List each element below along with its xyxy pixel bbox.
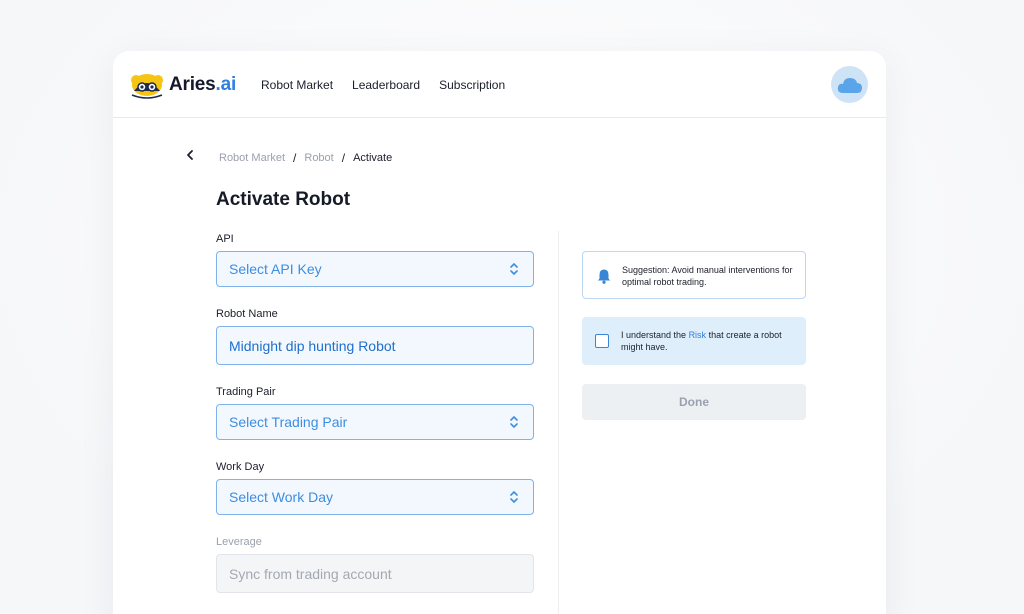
page-title: Activate Robot xyxy=(216,189,351,210)
robot-name-input[interactable]: Midnight dip hunting Robot xyxy=(216,326,534,365)
risk-link[interactable]: Risk xyxy=(689,330,707,340)
breadcrumb-separator: / xyxy=(341,151,346,165)
trading-pair-select[interactable]: Select Trading Pair xyxy=(216,404,534,440)
stepper-icon xyxy=(510,490,518,504)
nav-item-subscription[interactable]: Subscription xyxy=(439,78,505,92)
api-label: API xyxy=(216,233,234,245)
consent-prefix: I understand the xyxy=(621,330,689,340)
logo-text: Aries.ai xyxy=(169,74,236,96)
breadcrumb-activate: Activate xyxy=(353,152,393,164)
leverage-field: Sync from trading account xyxy=(216,554,534,593)
logo-brand: Aries xyxy=(169,74,216,95)
main-nav: Robot Market Leaderboard Subscription xyxy=(261,78,505,92)
stepper-icon xyxy=(510,415,518,429)
breadcrumb-robot[interactable]: Robot xyxy=(304,152,333,165)
top-navbar: Aries.ai Robot Market Leaderboard Subscr… xyxy=(113,51,886,118)
main-card: Aries.ai Robot Market Leaderboard Subscr… xyxy=(113,51,886,614)
breadcrumb-separator: / xyxy=(293,151,297,165)
robot-name-value: Midnight dip hunting Robot xyxy=(229,337,396,354)
risk-consent-checkbox[interactable] xyxy=(595,334,609,348)
avatar[interactable] xyxy=(831,66,868,103)
api-key-select-value: Select API Key xyxy=(229,261,322,277)
logo-mark-icon xyxy=(131,74,163,99)
column-divider xyxy=(558,231,559,614)
nav-item-robot-market[interactable]: Robot Market xyxy=(261,78,333,92)
robot-name-label: Robot Name xyxy=(216,308,278,320)
leverage-label: Leverage xyxy=(216,536,262,548)
trading-pair-select-value: Select Trading Pair xyxy=(229,414,348,430)
stepper-icon xyxy=(510,262,518,276)
risk-consent: I understand the Risk that create a robo… xyxy=(582,317,806,365)
breadcrumb: Robot Market / Robot / Activate xyxy=(219,151,393,165)
work-day-label: Work Day xyxy=(216,461,265,473)
trading-pair-label: Trading Pair xyxy=(216,386,276,398)
breadcrumb-robot-market[interactable]: Robot Market xyxy=(219,152,285,165)
nav-item-leaderboard[interactable]: Leaderboard xyxy=(352,78,420,92)
logo[interactable]: Aries.ai xyxy=(129,71,236,99)
bell-icon xyxy=(598,269,610,284)
suggestion-text: Suggestion: Avoid manual interventions f… xyxy=(622,265,793,287)
risk-consent-text: I understand the Risk that create a robo… xyxy=(621,329,801,353)
work-day-select-value: Select Work Day xyxy=(229,489,333,505)
chevron-left-icon[interactable] xyxy=(183,148,197,162)
api-key-select[interactable]: Select API Key xyxy=(216,251,534,287)
cloud-icon xyxy=(837,77,862,93)
done-button[interactable]: Done xyxy=(582,384,806,420)
work-day-select[interactable]: Select Work Day xyxy=(216,479,534,515)
logo-tld: .ai xyxy=(215,74,237,95)
leverage-value: Sync from trading account xyxy=(229,565,392,582)
suggestion-box: Suggestion: Avoid manual interventions f… xyxy=(582,251,806,299)
